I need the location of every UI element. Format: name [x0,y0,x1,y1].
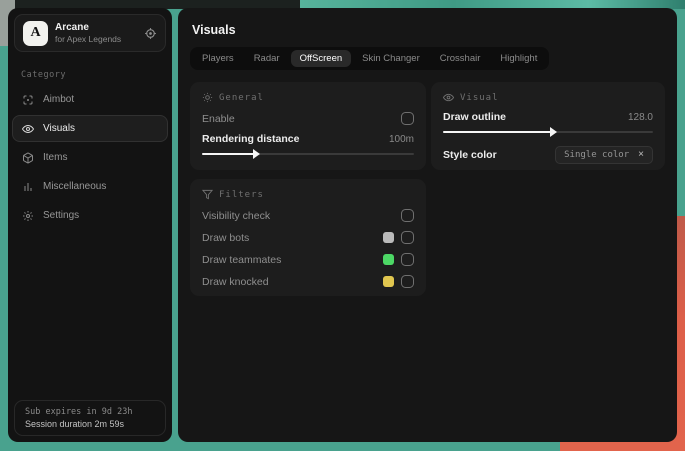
sub-expiry-text: Sub expires in 9d 23h [25,407,133,417]
app-names: Arcane for Apex Legends [55,22,121,44]
crosshair-icon [22,94,34,106]
tab-players[interactable]: Players [193,50,243,67]
eye-icon [443,92,454,103]
close-icon[interactable]: × [638,150,644,160]
rendering-distance-value: 100m [388,133,414,145]
enable-label: Enable [202,112,235,125]
sidebar-item-label: Settings [43,210,80,221]
enable-row: Enable [202,112,414,125]
draw-teammates-row: Draw teammates [202,253,414,266]
slider-fill [443,131,553,133]
category-label: Category [21,70,66,80]
visual-header: Visual [443,92,653,103]
style-color-row: Style color Single color × [443,146,653,164]
draw-knocked-color-swatch[interactable] [383,276,394,287]
draw-outline-value: 128.0 [627,111,653,123]
draw-knocked-label: Draw knocked [202,275,269,288]
visibility-check-checkbox[interactable] [401,209,414,222]
tab-skin-changer[interactable]: Skin Changer [353,50,429,67]
style-color-dropdown[interactable]: Single color × [555,146,653,164]
tab-bar: Players Radar OffScreen Skin Changer Cro… [190,47,550,70]
tab-crosshair[interactable]: Crosshair [431,50,490,67]
slider-fill [202,153,255,155]
general-header: General [202,92,414,103]
general-header-label: General [219,92,264,103]
draw-outline-slider[interactable] [443,127,653,137]
visual-card: Visual Draw outline 128.0 Style color Si… [431,82,665,170]
app-logo: A [23,20,48,46]
tab-offscreen[interactable]: OffScreen [290,50,352,67]
main-panel: Visuals Players Radar OffScreen Skin Cha… [178,8,677,442]
draw-bots-label: Draw bots [202,231,250,244]
subscription-status-card: Sub expires in 9d 23h Session duration 2… [14,400,166,436]
sidebar-item-items[interactable]: Items [12,144,168,171]
tab-radar[interactable]: Radar [245,50,289,67]
draw-outline-label: Draw outline [443,111,507,123]
rendering-distance-slider[interactable] [202,149,414,159]
app-title: Arcane [55,22,89,33]
slider-thumb[interactable] [550,127,558,137]
visibility-check-row: Visibility check [202,209,414,222]
draw-bots-checkbox[interactable] [401,231,414,244]
draw-teammates-color-swatch[interactable] [383,254,394,265]
filters-header: Filters [202,189,414,200]
sidebar-item-label: Visuals [43,123,76,134]
sun-icon [202,92,213,103]
session-duration-text: Session duration 2m 59s [25,419,125,429]
sidebar-item-label: Items [43,152,68,163]
box-icon [22,152,34,164]
general-card: General Enable Rendering distance 100m [190,82,426,170]
filters-header-label: Filters [219,189,264,200]
draw-bots-row: Draw bots [202,231,414,244]
sidebar: A Arcane for Apex Legends Category Aimbo… [8,8,172,442]
draw-bots-color-swatch[interactable] [383,232,394,243]
draw-outline-row: Draw outline 128.0 [443,111,653,123]
target-icon[interactable] [144,27,157,40]
page-title: Visuals [192,23,236,37]
app-header-card: A Arcane for Apex Legends [14,14,166,52]
visual-header-label: Visual [460,92,499,103]
app-subtitle: for Apex Legends [55,34,122,44]
sidebar-item-label: Miscellaneous [43,181,107,192]
style-color-value: Single color [564,150,630,160]
eye-icon [22,123,34,135]
draw-knocked-row: Draw knocked [202,275,414,288]
sidebar-item-settings[interactable]: Settings [12,202,168,229]
rendering-distance-label: Rendering distance [202,133,300,145]
filters-card: Filters Visibility check Draw bots Draw … [190,179,426,296]
sidebar-item-visuals[interactable]: Visuals [12,115,168,142]
bars-icon [22,181,34,193]
funnel-icon [202,189,213,200]
style-color-label: Style color [443,149,497,161]
rendering-distance-row: Rendering distance 100m [202,133,414,145]
enable-checkbox[interactable] [401,112,414,125]
tab-highlight[interactable]: Highlight [491,50,546,67]
slider-thumb[interactable] [253,149,260,159]
sidebar-nav: Aimbot Visuals Items Miscellaneous Setti… [8,85,172,230]
draw-teammates-label: Draw teammates [202,253,282,266]
gear-icon [22,210,34,222]
draw-knocked-checkbox[interactable] [401,275,414,288]
sidebar-item-miscellaneous[interactable]: Miscellaneous [12,173,168,200]
visibility-check-label: Visibility check [202,209,271,222]
draw-teammates-checkbox[interactable] [401,253,414,266]
sidebar-item-label: Aimbot [43,94,75,105]
sidebar-item-aimbot[interactable]: Aimbot [12,86,168,113]
